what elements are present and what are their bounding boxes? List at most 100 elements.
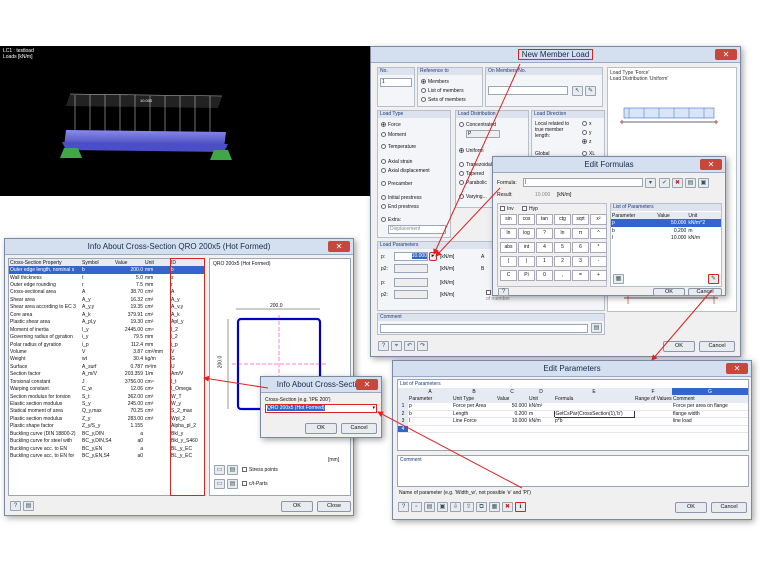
params-help-icon[interactable]: ? bbox=[398, 502, 409, 512]
ref-sets-of-members[interactable]: Sets of members bbox=[421, 97, 466, 103]
calc-key[interactable]: ^ bbox=[590, 228, 607, 239]
formula-open-icon[interactable]: ▣ bbox=[698, 178, 709, 188]
calc-key[interactable]: C bbox=[500, 270, 517, 281]
calc-key[interactable]: - bbox=[590, 256, 607, 267]
p-input-2[interactable] bbox=[394, 278, 428, 287]
redo-icon[interactable]: ↷ bbox=[417, 341, 428, 351]
params-ok-button[interactable]: OK bbox=[675, 502, 707, 513]
load-type-initial-prestress[interactable]: Initial prestress bbox=[381, 195, 422, 201]
dist-concentrated[interactable]: Concentrated bbox=[459, 122, 496, 128]
p2-input-2[interactable] bbox=[394, 290, 428, 299]
load-type-precamber[interactable]: Precamber bbox=[381, 181, 412, 187]
ok-button[interactable]: OK bbox=[663, 341, 695, 352]
hyp-checkbox[interactable]: Hyp bbox=[522, 206, 538, 212]
table-row[interactable]: 4 bbox=[398, 425, 748, 434]
cancel-button[interactable]: Cancel bbox=[699, 341, 735, 352]
calc-key[interactable]: int bbox=[518, 242, 535, 253]
calc-key[interactable]: 5 bbox=[554, 242, 571, 253]
calc-key[interactable]: cos bbox=[518, 214, 535, 225]
cs-pick-close-button[interactable]: ✕ bbox=[356, 379, 378, 390]
edit-icon[interactable]: ✎ bbox=[585, 86, 596, 96]
cs-info-close-button[interactable]: ✕ bbox=[328, 241, 350, 252]
dist-trapezoidal[interactable]: Trapezoidal bbox=[459, 162, 492, 168]
cft-parts-checkbox[interactable]: c/t-Parts bbox=[242, 481, 268, 487]
table-row[interactable]: 2 b Length 0.200 m GetCsPar(CrossSection(1),'… bbox=[398, 409, 748, 419]
calc-key[interactable]: = bbox=[572, 270, 589, 281]
formula-input[interactable]: | bbox=[523, 178, 643, 187]
on-members-field[interactable] bbox=[488, 86, 568, 95]
calc-key[interactable]: x² bbox=[590, 214, 607, 225]
dist-tapered[interactable]: Tapered bbox=[459, 171, 484, 177]
edit-params-close-button[interactable]: ✕ bbox=[726, 363, 748, 374]
calc-key[interactable]: abs bbox=[500, 242, 517, 253]
undo-icon[interactable]: ↶ bbox=[404, 341, 415, 351]
params-table-icon[interactable]: ▦ bbox=[489, 502, 500, 512]
calc-key[interactable]: sqrt bbox=[572, 214, 589, 225]
p2-input[interactable] bbox=[394, 264, 428, 273]
formulas-ok-button[interactable]: OK bbox=[653, 288, 685, 296]
dist-varying[interactable]: Varying... bbox=[459, 194, 487, 200]
print-icon[interactable]: ▤ bbox=[227, 465, 238, 475]
view-icon[interactable]: ▭ bbox=[214, 479, 225, 489]
confirm-check-icon[interactable]: ✔ bbox=[659, 178, 670, 188]
pick-icon[interactable]: ↖ bbox=[572, 86, 583, 96]
params-save-icon[interactable]: ▣ bbox=[437, 502, 448, 512]
table-row[interactable]: 3 l Line Force 10.000 kN/m p*b line load bbox=[398, 417, 748, 426]
comment-input[interactable] bbox=[380, 324, 588, 333]
calc-key[interactable]: ln bbox=[500, 228, 517, 239]
load-type-axial-displacement[interactable]: Axial displacement bbox=[381, 168, 430, 174]
calc-key[interactable]: 2 bbox=[554, 256, 571, 267]
export-icon[interactable]: ▤ bbox=[227, 479, 238, 489]
calc-key[interactable]: ( bbox=[500, 256, 517, 267]
calc-key[interactable]: tan bbox=[536, 214, 553, 225]
edit-parameters-icon[interactable]: ✎ bbox=[708, 274, 719, 284]
calc-key[interactable]: sin bbox=[500, 214, 517, 225]
table-row[interactable]: b 0.200 m bbox=[611, 227, 721, 234]
calc-key[interactable]: ) bbox=[518, 256, 535, 267]
params-export-icon[interactable]: ⇧ bbox=[463, 502, 474, 512]
help-icon[interactable]: ? bbox=[378, 341, 389, 351]
formula-dropdown-icon[interactable]: ▾ bbox=[645, 178, 656, 188]
viewport-3d[interactable]: LC1 : testload Loads [kN/m] 10.000 bbox=[0, 46, 372, 196]
inv-checkbox[interactable]: Inv bbox=[500, 206, 514, 212]
p-input[interactable]: 10.000 bbox=[394, 252, 428, 261]
load-type-extra[interactable]: Extra: bbox=[381, 217, 401, 223]
params-delete-icon[interactable]: ✖ bbox=[502, 502, 513, 512]
dir-z[interactable]: z bbox=[582, 139, 592, 145]
load-type-temperature[interactable]: Temperature bbox=[381, 144, 416, 150]
formulas-help-icon[interactable]: ? bbox=[498, 288, 509, 296]
params-info-icon[interactable]: ℹ bbox=[515, 502, 526, 512]
calc-key[interactable]: log bbox=[518, 228, 535, 239]
load-type-end-prestress[interactable]: End prestress bbox=[381, 204, 419, 210]
calc-key[interactable]: + bbox=[590, 270, 607, 281]
params-open-icon[interactable]: ▤ bbox=[424, 502, 435, 512]
calc-key[interactable]: 4 bbox=[536, 242, 553, 253]
calc-key[interactable]: ln bbox=[554, 228, 571, 239]
calc-key[interactable]: 1 bbox=[536, 256, 553, 267]
cs-ok-button[interactable]: OK bbox=[281, 501, 313, 512]
table-row[interactable]: p 50.000 kN/m^2 bbox=[611, 219, 721, 227]
calc-key[interactable]: π bbox=[572, 228, 589, 239]
calc-key[interactable]: , bbox=[554, 270, 571, 281]
calc-key[interactable]: 0 bbox=[536, 270, 553, 281]
params-import-icon[interactable]: ⇩ bbox=[450, 502, 461, 512]
ref-list-of-members[interactable]: List of members bbox=[421, 88, 464, 94]
p-formula-button[interactable]: ▸ bbox=[429, 252, 437, 261]
dir-x[interactable]: x bbox=[582, 121, 592, 127]
dist-uniform[interactable]: Uniform bbox=[459, 148, 484, 154]
params-copy-icon[interactable]: ⧉ bbox=[476, 502, 487, 512]
close-button[interactable]: ✕ bbox=[715, 49, 737, 60]
calc-key[interactable]: 3 bbox=[572, 256, 589, 267]
extra-select[interactable]: Displacement bbox=[388, 225, 446, 234]
load-type-moment[interactable]: Moment bbox=[381, 132, 406, 138]
dir-y[interactable]: y bbox=[582, 130, 592, 136]
formulas-cancel-button[interactable]: Cancel bbox=[688, 288, 722, 296]
calc-key[interactable]: 6 bbox=[572, 242, 589, 253]
zoom-icon[interactable]: ▭ bbox=[214, 465, 225, 475]
formula-info-icon[interactable]: ▤ bbox=[685, 178, 696, 188]
params-new-icon[interactable]: ▫ bbox=[411, 502, 422, 512]
concentrated-select[interactable]: P bbox=[466, 130, 500, 138]
cs-pick-select[interactable]: QRO 200x5 (Hot Formed) ▾ bbox=[265, 404, 377, 413]
table-row[interactable]: 1 p Force per Area 50.000 kN/m² Force per are… bbox=[398, 402, 748, 411]
cs-help-icon[interactable]: ? bbox=[10, 501, 21, 511]
